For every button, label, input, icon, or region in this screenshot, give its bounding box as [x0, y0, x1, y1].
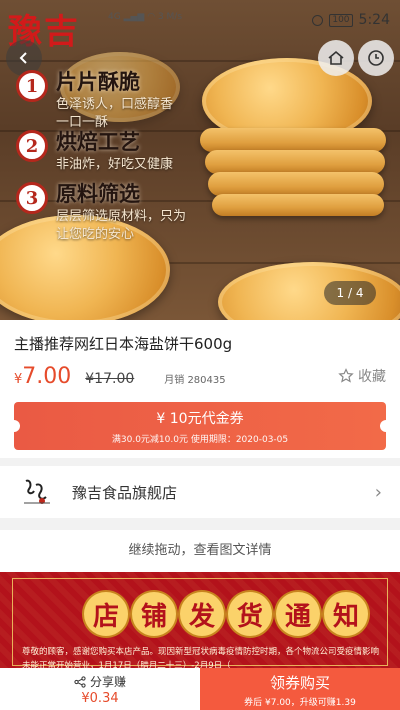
- shop-row[interactable]: 豫吉食品旗舰店 ›: [0, 466, 400, 518]
- chevron-right-icon: ›: [374, 481, 382, 503]
- home-button[interactable]: [318, 40, 354, 76]
- monthly-sales: 月销 280435: [164, 375, 226, 386]
- feature-desc: 让您吃的安心: [56, 227, 135, 242]
- star-icon: [338, 368, 354, 383]
- share-icon: [74, 675, 86, 688]
- buy-label: 领券购买: [269, 674, 330, 692]
- banner-title-char: 货: [228, 592, 272, 636]
- shipping-notice-banner: 店 铺 发 货 通 知 尊敬的顾客，感谢您购买本店产品。现因新型冠状病毒疫情防控…: [0, 572, 400, 668]
- feature-1: 1 片片酥脆 色泽诱人，口感醇香 一口一酥: [16, 66, 173, 132]
- network-type: 4G: [108, 12, 121, 22]
- banner-title-char: 发: [180, 592, 224, 636]
- banner-title-char: 店: [84, 592, 128, 636]
- share-button[interactable]: 分享赚 ¥0.34: [0, 668, 200, 710]
- banner-title-char: 铺: [132, 592, 176, 636]
- banner-title-char: 知: [324, 592, 368, 636]
- get-coupon-buy-button[interactable]: 领券购买 券后 ¥7.00，升级可赚1.39: [200, 668, 400, 710]
- price-row: ¥7.00 ¥17.00 月销 280435: [14, 364, 386, 389]
- share-label: 分享赚: [89, 675, 126, 689]
- chevron-left-icon: [19, 52, 27, 64]
- original-price: ¥17.00: [85, 371, 135, 387]
- product-info: 主播推荐网红日本海盐饼干600g ¥7.00 ¥17.00 月销 280435 …: [0, 320, 400, 458]
- share-amount: ¥0.34: [81, 691, 119, 706]
- buy-detail: 券后 ¥7.00，升级可赚1.39: [244, 698, 356, 708]
- feature-title: 片片酥脆: [56, 69, 140, 94]
- coupon-amount: ¥ 10元代金券: [156, 411, 244, 427]
- banner-title-char: 通: [276, 592, 320, 636]
- cookie-image: [200, 128, 386, 152]
- product-image-carousel[interactable]: 豫吉 4G ▂▄▆ ◠ 3 M/s 100 5:24 1 片片酥脆 色泽诱人，口…: [0, 0, 400, 320]
- image-pager: 1 / 4: [324, 281, 376, 305]
- cookie-image: [205, 150, 385, 174]
- clock-icon: [368, 50, 384, 66]
- feature-3: 3 原料筛选 层层筛选原材料，只为 让您吃的安心: [16, 178, 186, 244]
- feature-number: 2: [16, 130, 48, 162]
- shop-logo: [20, 475, 54, 509]
- cookie-image: [208, 172, 384, 196]
- banner-title: 店 铺 发 货 通 知: [84, 592, 368, 636]
- product-title: 主播推荐网红日本海盐饼干600g: [14, 335, 233, 353]
- notice-text: 尊敬的顾客，感谢您购买本店产品。现因新型冠状病毒疫情防控时期，各个物流公司受疫情…: [22, 647, 380, 668]
- price-value: 7.00: [22, 364, 72, 389]
- coupon-condition: 满30.0元减10.0元 使用期限：2020-03-05: [111, 435, 289, 445]
- feature-desc: 非油炸，好吃又健康: [56, 157, 174, 172]
- network-indicator: 4G ▂▄▆ ◠ 3 M/s: [108, 12, 182, 22]
- shop-logo-icon: [24, 479, 50, 504]
- shop-name: 豫吉食品旗舰店: [72, 483, 178, 502]
- coupon-button[interactable]: ¥ 10元代金券 满30.0元减10.0元 使用期限：2020-03-05: [14, 402, 386, 450]
- wifi-icon: ◠: [147, 12, 156, 22]
- favorite-button[interactable]: 收藏: [338, 366, 386, 386]
- feature-number: 3: [16, 182, 48, 214]
- network-speed: 3 M/s: [157, 12, 183, 22]
- battery-icon: 100: [329, 13, 353, 27]
- feature-2: 2 烘焙工艺 非油炸，好吃又健康: [16, 126, 173, 174]
- status-bar: 豫吉 4G ▂▄▆ ◠ 3 M/s 100 5:24: [0, 0, 400, 52]
- history-button[interactable]: [358, 40, 394, 76]
- feature-number: 1: [16, 70, 48, 102]
- continue-hint: 继续拖动，查看图文详情: [0, 530, 400, 572]
- feature-desc: 色泽诱人，口感醇香: [56, 97, 174, 112]
- bottom-action-bar: 分享赚 ¥0.34 领券购买 券后 ¥7.00，升级可赚1.39: [0, 668, 400, 710]
- feature-title: 烘焙工艺: [56, 129, 140, 154]
- favorite-label: 收藏: [358, 369, 386, 385]
- cookie-image: [212, 194, 384, 216]
- alarm-icon: [312, 14, 324, 26]
- clock: 5:24: [358, 12, 390, 28]
- feature-desc: 层层筛选原材料，只为: [56, 209, 187, 224]
- signal-icon: ▂▄▆: [123, 12, 145, 22]
- current-price: ¥7.00: [14, 364, 71, 389]
- home-icon: [328, 50, 344, 65]
- feature-title: 原料筛选: [56, 181, 140, 206]
